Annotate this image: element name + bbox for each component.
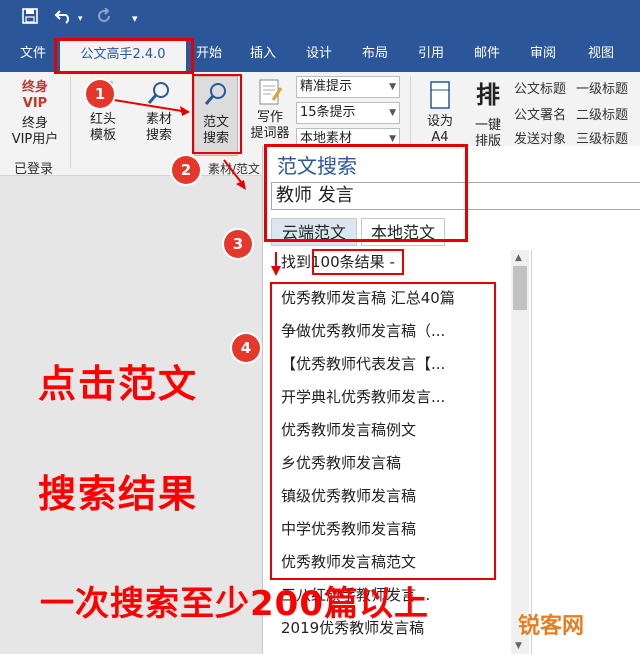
material-search-button[interactable]: 素材 搜索 bbox=[136, 80, 182, 144]
style-doc-title[interactable]: 公文标题 bbox=[514, 78, 566, 97]
tab-file[interactable]: 文件 bbox=[10, 36, 56, 72]
material-search-icon bbox=[147, 82, 169, 104]
redo-icon[interactable] bbox=[96, 7, 112, 28]
style-heading-1[interactable]: 一级标题 bbox=[576, 78, 628, 97]
material-label-2: 搜索 bbox=[145, 128, 172, 143]
tab-mailings[interactable]: 邮件 bbox=[464, 36, 510, 72]
tab-references[interactable]: 引用 bbox=[408, 36, 454, 72]
caption-search-results: 搜索结果 bbox=[38, 472, 199, 516]
style-doc-signature[interactable]: 公文署名 bbox=[514, 104, 566, 123]
write-label-1: 写作 bbox=[256, 110, 283, 125]
scroll-thumb[interactable] bbox=[513, 266, 527, 310]
vip-badge-top: 终身 bbox=[21, 80, 48, 95]
scroll-up-icon[interactable]: ▲ bbox=[515, 253, 522, 263]
step-badge-3: 3 bbox=[224, 230, 252, 258]
watermark-logo: 锐客网 bbox=[518, 614, 585, 639]
style-heading-3[interactable]: 三级标题 bbox=[576, 128, 628, 144]
highlight-search-box bbox=[264, 144, 468, 242]
hint-count-select[interactable]: 15条提示 ▼ bbox=[296, 102, 400, 124]
step-badge-1: 1 bbox=[86, 80, 114, 108]
hint-count-value: 15条提示 bbox=[300, 105, 356, 120]
step-badge-4: 4 bbox=[232, 334, 260, 362]
chevron-down-icon: ▼ bbox=[389, 108, 396, 118]
writing-prompter-icon bbox=[259, 79, 283, 105]
redhead-label-1: 红头 bbox=[89, 112, 116, 127]
caption-click-sample: 点击范文 bbox=[38, 362, 199, 406]
tab-layout[interactable]: 布局 bbox=[352, 36, 398, 72]
chevron-down-icon: ▼ bbox=[389, 82, 396, 92]
set-a4-button[interactable]: 设为 A4 bbox=[418, 80, 462, 146]
typeset-label-1: 一键 bbox=[474, 118, 501, 133]
material-label-1: 素材 bbox=[145, 112, 172, 127]
redhead-label-2: 模板 bbox=[89, 128, 116, 143]
tab-insert[interactable]: 插入 bbox=[240, 36, 286, 72]
vip-label-1: 终身 bbox=[21, 116, 48, 131]
style-heading-2[interactable]: 二级标题 bbox=[576, 104, 628, 123]
tab-review[interactable]: 审阅 bbox=[520, 36, 566, 72]
write-label-2: 提词器 bbox=[250, 126, 290, 141]
quick-access-toolbar: ▾ ▾ bbox=[0, 0, 640, 36]
precise-hint-value: 精准提示 bbox=[300, 79, 353, 94]
undo-dropdown-icon[interactable]: ▾ bbox=[78, 10, 83, 28]
highlight-result-list bbox=[270, 282, 496, 580]
found-prefix: 找到 bbox=[281, 253, 312, 271]
scroll-down-icon[interactable]: ▼ bbox=[515, 641, 522, 651]
customize-icon[interactable]: ▾ bbox=[132, 10, 138, 28]
writing-prompter-button[interactable]: 写作 提词器 bbox=[248, 78, 292, 142]
page-icon bbox=[430, 81, 450, 109]
save-icon[interactable] bbox=[22, 8, 38, 28]
vip-badge-bottom: VIP bbox=[22, 96, 48, 111]
highlight-result-count bbox=[312, 249, 404, 275]
vip-button[interactable]: 终身 VIP 终身 VIP用户 bbox=[6, 80, 64, 148]
caption-200-results: 一次搜索至少200篇以上 bbox=[40, 584, 429, 624]
highlight-sample-button bbox=[192, 74, 242, 154]
one-click-typeset-button[interactable]: 排 一键 排版 bbox=[470, 80, 506, 150]
logged-in-label: 已登录 bbox=[14, 162, 54, 177]
highlight-plugin-tab bbox=[54, 38, 194, 74]
group-label-material: 素材/范文 bbox=[208, 162, 261, 176]
step-badge-2: 2 bbox=[172, 156, 200, 184]
setas-label-1: 设为 bbox=[426, 114, 453, 129]
result-scrollbar[interactable]: ▲ ▼ bbox=[511, 250, 529, 654]
tab-design[interactable]: 设计 bbox=[296, 36, 342, 72]
undo-icon[interactable] bbox=[54, 8, 74, 28]
precise-hint-select[interactable]: 精准提示 ▼ bbox=[296, 76, 400, 98]
typeset-icon: 排 bbox=[476, 81, 500, 109]
ribbon-divider bbox=[70, 76, 71, 168]
arrow-head-2 bbox=[236, 180, 246, 190]
style-recipient[interactable]: 发送对象 bbox=[514, 128, 566, 144]
vip-label-2: VIP用户 bbox=[11, 132, 59, 147]
tab-view[interactable]: 视图 bbox=[576, 36, 626, 72]
preview-area bbox=[531, 250, 640, 654]
